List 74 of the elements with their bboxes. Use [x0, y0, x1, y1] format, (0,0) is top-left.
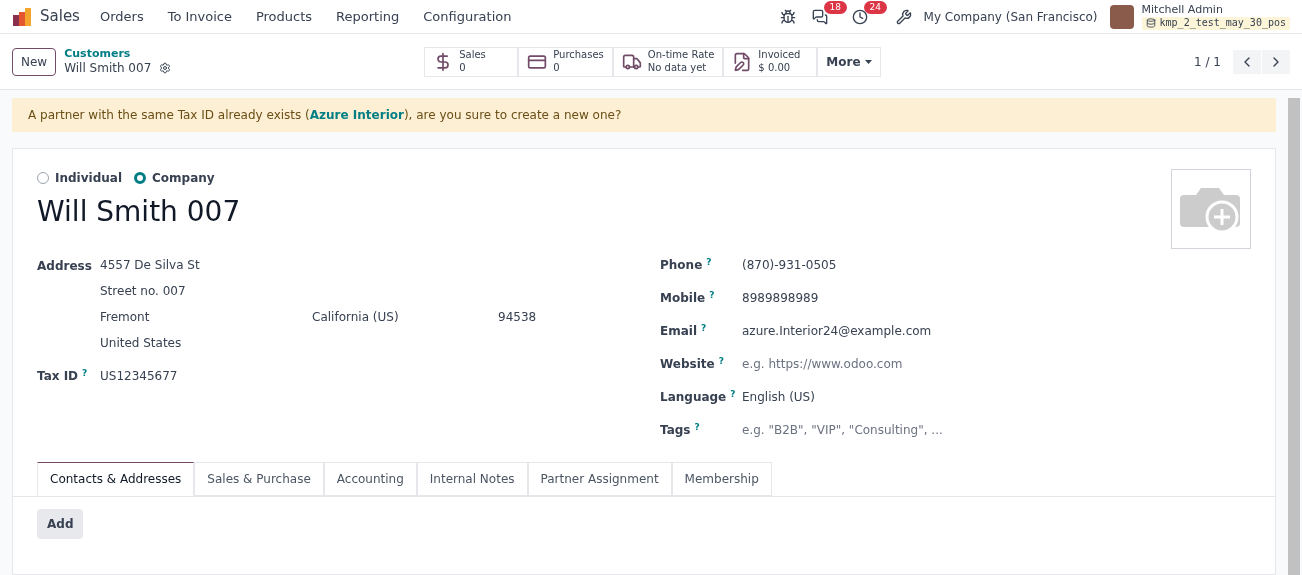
zip-field[interactable]: 94538: [498, 309, 537, 325]
next-button[interactable]: [1262, 49, 1290, 74]
app-logo-icon[interactable]: [12, 6, 32, 27]
input-field[interactable]: e.g. https://www.odoo.com: [742, 356, 1002, 372]
more-button[interactable]: More: [817, 46, 881, 77]
stat-button[interactable]: Purchases 0: [518, 46, 613, 77]
tab[interactable]: Contacts & Addresses: [37, 462, 195, 496]
user-name[interactable]: Mitchell Admin: [1141, 3, 1290, 18]
field-label: Website $^{?}$: [660, 356, 725, 372]
field-label: Email $^{?}$: [660, 323, 708, 339]
input-field[interactable]: azure.Interior24@example.com: [742, 323, 932, 339]
help-mark[interactable]: ?: [718, 355, 724, 366]
field-label: Address: [37, 258, 93, 275]
activity-icon[interactable]: [851, 8, 868, 25]
field-label: Language $^{?}$: [660, 389, 737, 405]
street-field[interactable]: 4557 De Silva St: [100, 257, 537, 273]
input-field[interactable]: (870)-931-0505: [742, 257, 837, 273]
database-icon: [1145, 18, 1156, 29]
partner-link[interactable]: Azure Interior: [309, 108, 404, 122]
partner-name: Will Smith 007: [37, 194, 241, 230]
menu-item[interactable]: Configuration: [423, 6, 512, 27]
activity-count: 24: [863, 0, 888, 14]
menu-item[interactable]: Reporting: [336, 6, 400, 27]
settings-icon[interactable]: [159, 62, 172, 75]
field-label: Phone $^{?}$: [660, 257, 713, 273]
country-field[interactable]: United States: [100, 335, 537, 351]
new-button[interactable]: New: [12, 47, 57, 76]
tools-icon[interactable]: [895, 8, 912, 25]
radio-button[interactable]: [134, 172, 146, 184]
previous-button[interactable]: [1233, 49, 1261, 74]
city-field[interactable]: Fremont: [100, 309, 312, 325]
input-field[interactable]: e.g. "B2B", "VIP", "Consulting", ...: [742, 422, 1002, 438]
edit-document-icon: [732, 51, 753, 72]
avatar[interactable]: [1109, 4, 1134, 29]
help-mark[interactable]: ?: [706, 256, 712, 267]
scrollbar[interactable]: [1288, 98, 1300, 575]
tax-id-field[interactable]: US12345677: [100, 367, 178, 385]
debug-icon[interactable]: [779, 8, 796, 25]
warning-banner: A partner with the same Tax ID already exists (Azure Interior), are you sure to create a new one?: [12, 98, 1276, 132]
input-field[interactable]: 8989898989: [742, 290, 819, 306]
tab[interactable]: Partner Assignment: [527, 462, 672, 496]
radio-label[interactable]: Individual: [55, 169, 122, 187]
menu-item[interactable]: Orders: [99, 6, 144, 27]
record-title: Will Smith 007: [64, 60, 152, 76]
input-field[interactable]: English (US): [742, 389, 815, 405]
street2-field[interactable]: Street no. 007: [100, 283, 537, 299]
stat-button[interactable]: Invoiced $ 0.00: [723, 46, 818, 77]
state-field[interactable]: California (US): [312, 309, 498, 325]
chat-icon[interactable]: [811, 8, 828, 25]
tab[interactable]: Accounting: [323, 462, 417, 496]
field-label: Mobile $^{?}$: [660, 290, 716, 306]
caret-icon: [864, 59, 872, 64]
breadcrumb-link[interactable]: Customers: [64, 47, 425, 61]
menu-item[interactable]: To Invoice: [167, 6, 232, 27]
help-mark[interactable]: ?: [730, 388, 736, 399]
field-label: Tags $^{?}$: [660, 422, 701, 438]
tab[interactable]: Sales & Purchase: [194, 462, 324, 496]
tab[interactable]: Internal Notes: [416, 462, 528, 496]
field-label: Tax ID $^{?}$: [37, 367, 89, 385]
add-button[interactable]: Add: [37, 509, 84, 539]
company-switcher[interactable]: My Company (San Francisco): [923, 7, 1098, 26]
tab[interactable]: Membership: [671, 462, 772, 496]
message-count: 18: [823, 0, 848, 14]
database-badge: kmp_2_test_may_30_pos: [1141, 17, 1290, 30]
stat-button[interactable]: On-time Rate No data yet: [612, 46, 724, 77]
help-mark[interactable]: ?: [694, 421, 700, 432]
help-mark[interactable]: ?: [82, 367, 88, 378]
help-mark[interactable]: ?: [701, 322, 707, 333]
pager-value: 1 / 1: [1194, 53, 1221, 71]
help-mark[interactable]: ?: [709, 289, 715, 300]
stat-button[interactable]: Sales 0: [424, 46, 519, 77]
radio-label[interactable]: Company: [152, 169, 215, 187]
menu-item[interactable]: Products: [255, 6, 313, 27]
app-name[interactable]: Sales: [40, 5, 80, 28]
